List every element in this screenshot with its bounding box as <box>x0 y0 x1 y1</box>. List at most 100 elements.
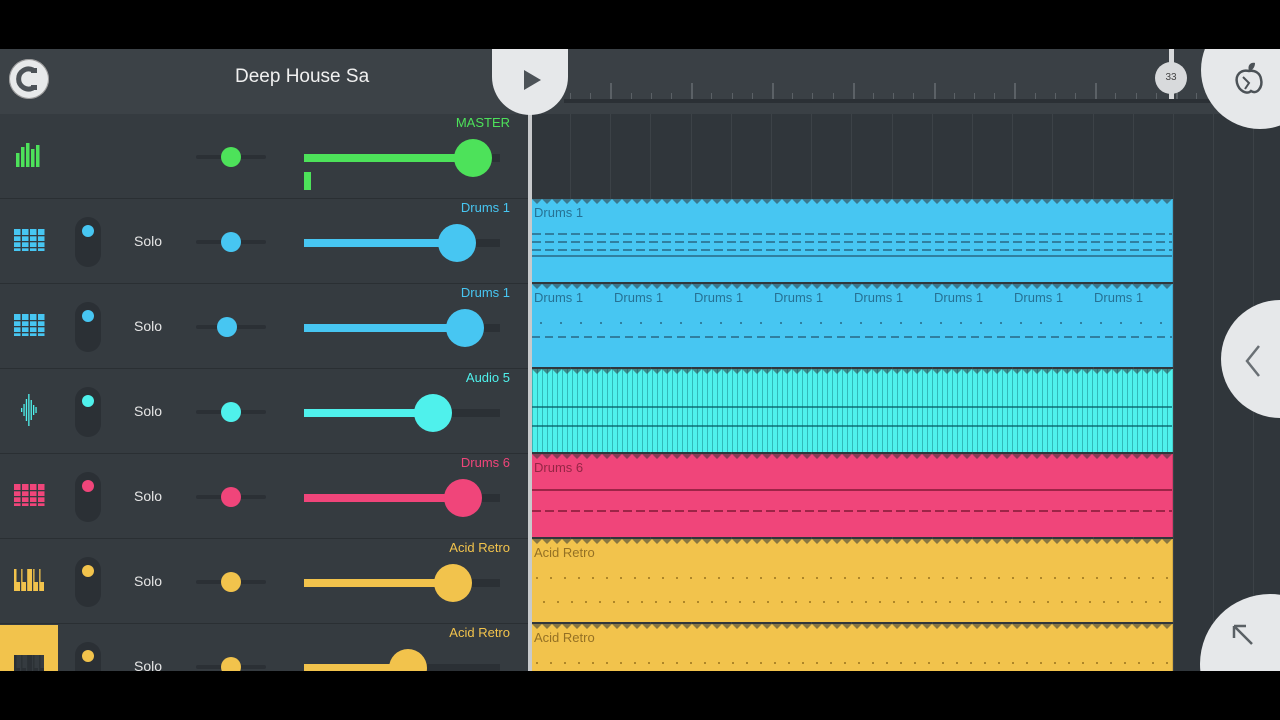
pan-knob[interactable] <box>221 657 241 671</box>
solo-button[interactable]: Solo <box>134 488 162 504</box>
clip-label: Acid Retro <box>534 630 595 645</box>
track-icon-button[interactable] <box>13 394 45 426</box>
pan-knob[interactable] <box>221 147 241 167</box>
ruler-tick <box>1095 83 1098 99</box>
ruler-tick <box>751 93 753 99</box>
playlist-lane[interactable]: Drums 1 <box>532 199 1280 283</box>
mute-switch[interactable] <box>75 387 101 437</box>
solo-button[interactable]: Solo <box>134 658 162 671</box>
track-name: MASTER <box>455 115 510 130</box>
pattern-clip[interactable]: Drums 1 <box>932 284 1013 367</box>
track-row[interactable]: Solo Drums 1 <box>0 284 528 369</box>
ruler-tick <box>893 93 895 99</box>
pattern-clip[interactable] <box>532 369 1173 452</box>
track-icon-button[interactable] <box>13 564 45 596</box>
playlist-lane[interactable] <box>532 369 1280 453</box>
pattern-clip[interactable]: Drums 1 <box>1092 284 1173 367</box>
mute-switch[interactable] <box>75 472 101 522</box>
track-row[interactable]: Solo Acid Retro <box>0 539 528 624</box>
pattern-clip[interactable]: Drums 1 <box>612 284 693 367</box>
mute-switch[interactable] <box>75 557 101 607</box>
pan-knob[interactable] <box>221 232 241 252</box>
pattern-clip[interactable]: Acid Retro <box>532 624 1173 671</box>
clip-label: Drums 1 <box>1094 290 1144 305</box>
playlist-area[interactable]: Drums 1 Drums 1 Drums 1 Drums 1 Drums 1 Drums… <box>532 114 1280 671</box>
solo-button[interactable]: Solo <box>134 573 162 589</box>
track-row[interactable]: Solo Acid Retro <box>0 624 528 671</box>
ruler-tick <box>711 93 713 99</box>
track-icon-button[interactable] <box>13 139 45 171</box>
magnet-button[interactable] <box>9 59 49 99</box>
mute-switch-indicator <box>82 310 94 322</box>
mute-switch[interactable] <box>75 642 101 671</box>
mute-switch[interactable] <box>75 217 101 267</box>
track-icon-button[interactable] <box>13 479 45 511</box>
pan-knob[interactable] <box>221 402 241 422</box>
pattern-clip[interactable]: Drums 6 <box>532 454 1173 537</box>
playlist-lane[interactable]: Drums 6 <box>532 454 1280 538</box>
playlist-lane[interactable]: Drums 1 Drums 1 Drums 1 Drums 1 Drums 1 Drums… <box>532 284 1280 368</box>
volume-knob[interactable] <box>433 564 472 602</box>
pattern-clip[interactable]: Drums 1 <box>532 284 613 367</box>
ruler-tick <box>630 93 632 99</box>
bar-marker[interactable]: 33 <box>1155 62 1187 94</box>
track-row[interactable]: Solo Audio 5 <box>0 369 528 454</box>
ruler-tick <box>772 83 774 99</box>
ruler-tick <box>1155 93 1157 99</box>
project-title[interactable]: Deep House Sa <box>235 66 369 88</box>
volume-knob[interactable] <box>445 309 484 347</box>
pattern-clip[interactable]: Acid Retro <box>532 539 1173 622</box>
volume-knob[interactable] <box>453 139 492 177</box>
volume-fill <box>304 494 463 502</box>
chevron-left-icon <box>1245 345 1260 377</box>
solo-button[interactable]: Solo <box>134 318 162 334</box>
volume-knob[interactable] <box>443 479 482 517</box>
pattern-clip[interactable]: Drums 1 <box>852 284 933 367</box>
drum-pads-icon <box>14 484 45 506</box>
clip-label: Drums 1 <box>534 205 584 220</box>
ruler-tick <box>933 83 936 99</box>
track-icon-button[interactable] <box>13 224 45 256</box>
ruler-tick <box>1196 93 1198 99</box>
volume-knob[interactable] <box>437 224 476 262</box>
pattern-clip[interactable]: Drums 1 <box>532 199 1173 282</box>
mixer-bars-icon <box>16 143 40 167</box>
play-icon <box>524 70 541 90</box>
solo-button[interactable]: Solo <box>134 233 162 249</box>
volume-knob[interactable] <box>414 394 453 432</box>
ruler-tick <box>570 93 571 99</box>
volume-knob[interactable] <box>388 649 427 671</box>
clip-label: Drums 1 <box>1014 290 1064 305</box>
mute-switch[interactable] <box>75 302 101 352</box>
track-icon-button[interactable] <box>13 309 45 341</box>
pattern-clip[interactable]: Drums 1 <box>1012 284 1093 367</box>
pan-knob[interactable] <box>216 317 237 337</box>
clip-pattern <box>532 624 1172 664</box>
pattern-clip[interactable]: Drums 1 <box>692 284 773 367</box>
playlist-lane[interactable]: Acid Retro <box>532 539 1280 623</box>
ruler-baseline <box>564 99 1244 103</box>
pattern-clip[interactable]: Drums 1 <box>772 284 853 367</box>
ruler-tick <box>1135 93 1137 99</box>
clip-pattern <box>532 539 1172 603</box>
solo-button[interactable]: Solo <box>134 403 162 419</box>
fruit-logo-icon <box>1235 62 1263 94</box>
ruler-tick <box>792 93 794 99</box>
playlist-divider[interactable] <box>528 114 532 671</box>
pan-knob[interactable] <box>221 487 241 507</box>
track-row[interactable]: Solo Drums 1 <box>0 199 528 284</box>
ruler-tick <box>650 93 652 99</box>
ruler-tick <box>953 93 955 99</box>
ruler-tick <box>994 93 996 99</box>
mute-switch-indicator <box>82 565 94 577</box>
ruler-tick <box>873 93 874 99</box>
track-icon-button[interactable] <box>0 625 58 671</box>
track-name: Drums 1 <box>460 285 510 300</box>
pan-knob[interactable] <box>221 572 241 592</box>
arrow-up-left-icon <box>1232 624 1253 645</box>
track-row[interactable]: Solo Drums 6 <box>0 454 528 539</box>
ruler-tick <box>974 93 975 99</box>
playlist-lane[interactable]: Acid Retro <box>532 624 1280 671</box>
track-row[interactable]: MASTER <box>0 114 528 199</box>
mute-switch-indicator <box>82 480 94 492</box>
